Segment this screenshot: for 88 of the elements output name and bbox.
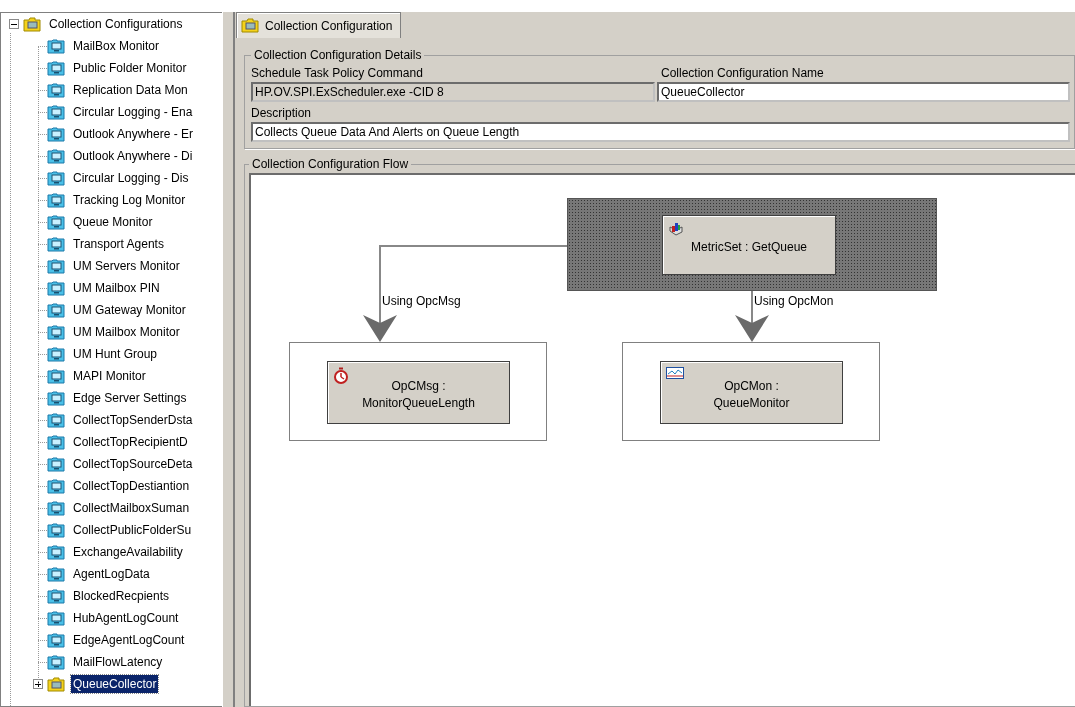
screen-icon (47, 412, 65, 428)
description-field[interactable]: Collects Queue Data And Alerts on Queue Length (251, 122, 1070, 142)
tree-item[interactable]: Outlook Anywhere - Di (71, 147, 195, 165)
selection-frame[interactable]: MetricSet : GetQueue (567, 198, 937, 291)
tree-item[interactable]: CollectTopRecipientD (71, 433, 190, 451)
tree-item[interactable]: CollectTopSenderDsta (71, 411, 195, 429)
name-field[interactable]: QueueCollector (657, 82, 1070, 102)
screen-icon (47, 390, 65, 406)
tree-item[interactable]: UM Servers Monitor (71, 257, 182, 275)
node-label: OpCMsg : MonitorQueueLength (362, 377, 475, 412)
tree-item[interactable]: MailBox Monitor (71, 37, 162, 55)
screen-icon (47, 148, 65, 164)
screen-icon (47, 632, 65, 648)
screen-icon (47, 434, 65, 450)
screen-icon (47, 280, 65, 296)
screen-icon (47, 104, 65, 120)
tree-item[interactable]: QueueCollector (71, 675, 159, 693)
expand-toggle[interactable] (33, 679, 43, 689)
screen-icon (47, 456, 65, 472)
tree-item[interactable]: Circular Logging - Ena (71, 103, 195, 121)
screen-icon (47, 192, 65, 208)
tree-item[interactable]: Collection Configurations (47, 15, 185, 33)
tree-item[interactable]: UM Mailbox Monitor (71, 323, 182, 341)
collapse-toggle[interactable] (9, 19, 19, 29)
tree-item[interactable]: CollectMailboxSuman (71, 499, 192, 517)
screen-icon (47, 654, 65, 670)
chart-icon (668, 221, 684, 237)
screen-icon (47, 610, 65, 626)
connector-label: Using OpcMon (754, 294, 834, 308)
tree-item[interactable]: Outlook Anywhere - Er (71, 125, 196, 143)
stopwatch-icon (333, 367, 349, 384)
tree-item[interactable]: BlockedRecpients (71, 587, 172, 605)
screen-icon (47, 82, 65, 98)
node-label: MetricSet : GetQueue (690, 238, 808, 256)
screen-icon (47, 60, 65, 76)
tree-item[interactable]: Tracking Log Monitor (71, 191, 188, 209)
tree-item[interactable]: CollectTopSourceDeta (71, 455, 195, 473)
tree-item[interactable]: MailFlowLatency (71, 653, 165, 671)
tree-item[interactable]: Public Folder Monitor (71, 59, 189, 77)
screen-icon (47, 302, 65, 318)
tree-item[interactable]: EdgeAgentLogCount (71, 631, 187, 649)
field-label: Schedule Task Policy Command (251, 65, 424, 82)
tree-item[interactable]: CollectPublicFolderSu (71, 521, 194, 539)
node-frame[interactable]: OpCMsg : MonitorQueueLength (289, 342, 547, 441)
tree-item[interactable]: UM Mailbox PIN (71, 279, 162, 297)
tree-item[interactable]: Transport Agents (71, 235, 166, 253)
screen-icon (47, 346, 65, 362)
tree-item[interactable]: HubAgentLogCount (71, 609, 181, 627)
group-title: Collection Configuration Flow (251, 157, 410, 171)
screen-icon (47, 126, 65, 142)
screen-icon (47, 588, 65, 604)
screen-icon (47, 566, 65, 582)
tree-item[interactable]: UM Hunt Group (71, 345, 160, 363)
field-label: Collection Configuration Name (660, 65, 825, 82)
screen-icon (47, 324, 65, 340)
connector-label: Using OpcMsg (382, 294, 461, 308)
tree-item[interactable]: Circular Logging - Dis (71, 169, 191, 187)
screen-icon (47, 38, 65, 54)
screen-icon (47, 544, 65, 560)
folder-icon (23, 16, 41, 32)
screen-icon (47, 258, 65, 274)
tree-item[interactable]: AgentLogData (71, 565, 152, 583)
folder-icon (241, 18, 259, 33)
screen-icon (47, 214, 65, 230)
tree-item[interactable]: MAPI Monitor (71, 367, 148, 385)
tree-item[interactable]: Replication Data Mon (71, 81, 190, 99)
node-frame[interactable]: OpCMon : QueueMonitor (622, 342, 880, 441)
folder-icon (47, 676, 65, 692)
screen-icon (47, 170, 65, 186)
screen-icon (47, 500, 65, 516)
field-label: Description (251, 105, 313, 122)
node-card[interactable]: OpCMsg : MonitorQueueLength (327, 361, 510, 424)
tree-item[interactable]: Edge Server Settings (71, 389, 189, 407)
node-card[interactable]: MetricSet : GetQueue (662, 215, 836, 275)
tree-item[interactable]: Queue Monitor (71, 213, 155, 231)
splitter[interactable] (222, 12, 234, 707)
tree-item[interactable]: ExchangeAvailability (71, 543, 185, 561)
tree-item[interactable]: CollectTopDestiantion (71, 477, 192, 495)
screen-icon (47, 478, 65, 494)
node-label: OpCMon : QueueMonitor (713, 377, 790, 412)
screen-icon (47, 522, 65, 538)
screen-icon (47, 236, 65, 252)
node-card[interactable]: OpCMon : QueueMonitor (660, 361, 843, 424)
graph-icon (666, 367, 684, 379)
tab[interactable]: Collection Configuration (236, 12, 402, 38)
group-title: Collection Configuration Details (253, 48, 423, 62)
tree-item[interactable]: UM Gateway Monitor (71, 301, 188, 319)
screen-icon (47, 368, 65, 384)
